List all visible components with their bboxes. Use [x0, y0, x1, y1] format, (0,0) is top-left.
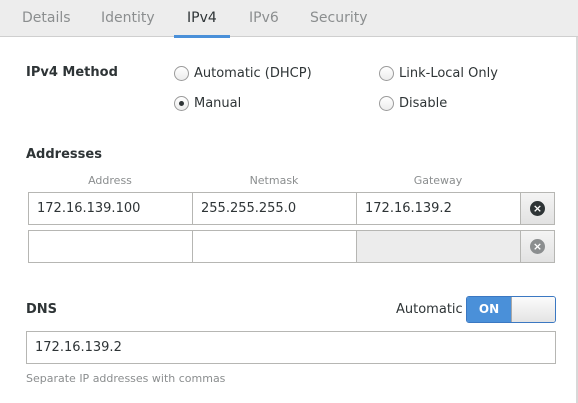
dns-hint: Separate IP addresses with commas — [26, 372, 226, 385]
tab-identity[interactable]: Identity — [101, 0, 155, 37]
netmask-input[interactable] — [192, 230, 357, 263]
netmask-input[interactable]: 255.255.255.0 — [192, 192, 357, 225]
tab-security[interactable]: Security — [310, 0, 368, 37]
switch-on-label: ON — [467, 297, 511, 322]
tab-details[interactable]: Details — [22, 0, 71, 37]
radio-indicator[interactable] — [379, 65, 394, 81]
radio-label: Automatic (DHCP) — [194, 65, 312, 81]
switch-knob[interactable] — [511, 297, 555, 322]
column-header-netmask: Netmask — [249, 174, 299, 187]
radio-indicator[interactable] — [174, 65, 189, 81]
tab-ipv6[interactable]: IPv6 — [249, 0, 279, 37]
radio-disable[interactable]: Disable — [379, 94, 447, 112]
dns-label: DNS — [26, 302, 58, 317]
radio-manual[interactable]: Manual — [174, 94, 241, 112]
address-input[interactable]: 172.16.139.100 — [28, 192, 193, 225]
circle-x-icon: × — [530, 239, 545, 254]
radio-link-local-only[interactable]: Link-Local Only — [379, 64, 498, 82]
gateway-input — [356, 230, 521, 263]
dns-automatic-label: Automatic — [396, 302, 463, 317]
delete-address-button[interactable]: × — [520, 192, 555, 225]
radio-label: Disable — [399, 95, 448, 111]
addresses-label: Addresses — [26, 147, 102, 162]
tab-bar: Details Identity IPv4 IPv6 Security — [0, 0, 578, 38]
dns-input[interactable]: 172.16.139.2 — [26, 331, 556, 364]
radio-indicator[interactable] — [379, 95, 394, 111]
address-input[interactable] — [28, 230, 193, 263]
circle-x-icon: × — [530, 201, 545, 216]
radio-indicator[interactable] — [174, 95, 189, 111]
tab-ipv4[interactable]: IPv4 — [174, 0, 230, 38]
column-header-address: Address — [88, 174, 132, 187]
ipv4-method-label: IPv4 Method — [26, 65, 118, 80]
dns-automatic-switch[interactable]: ON — [466, 296, 556, 323]
delete-address-button[interactable]: × — [520, 230, 555, 263]
radio-label: Link-Local Only — [399, 65, 498, 81]
radio-automatic-dhcp[interactable]: Automatic (DHCP) — [174, 64, 312, 82]
column-header-gateway: Gateway — [413, 174, 463, 187]
radio-label: Manual — [194, 95, 242, 111]
gateway-input[interactable]: 172.16.139.2 — [356, 192, 521, 225]
